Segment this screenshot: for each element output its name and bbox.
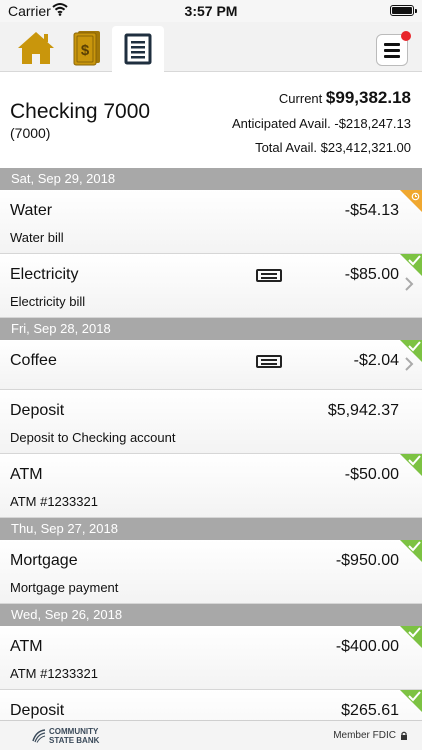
pending-status-icon	[400, 190, 422, 212]
cleared-status-icon	[400, 340, 422, 362]
transaction-list[interactable]: Sat, Sep 29, 2018 Water Water bill -$54.…	[0, 168, 422, 750]
transaction-title: Deposit	[10, 402, 65, 419]
anticipated-balance-value: -$218,247.13	[334, 116, 411, 131]
ledger-icon	[124, 33, 152, 65]
bank-name-line2: STATE BANK	[49, 736, 100, 745]
transaction-title: Deposit	[10, 702, 65, 719]
top-nav: $	[0, 22, 422, 72]
home-icon	[18, 32, 54, 64]
date-header: Wed, Sep 26, 2018	[0, 604, 422, 626]
transaction-row[interactable]: Coffee -$2.04	[0, 340, 422, 390]
total-balance-value: $23,412,321.00	[320, 140, 411, 155]
cleared-status-icon	[400, 626, 422, 648]
transaction-amount: -$50.00	[344, 466, 399, 483]
svg-text:$: $	[81, 42, 90, 59]
transaction-title: Electricity	[10, 266, 79, 283]
memo-icon	[256, 269, 282, 282]
transaction-description: ATM #1233321	[10, 666, 98, 681]
transaction-amount: -$400.00	[335, 638, 399, 655]
menu-icon	[376, 31, 411, 66]
cleared-status-icon	[400, 454, 422, 476]
date-header: Thu, Sep 27, 2018	[0, 518, 422, 540]
transaction-description: ATM #1233321	[10, 494, 98, 509]
transaction-row[interactable]: Water Water bill -$54.13	[0, 190, 422, 254]
transaction-title: Coffee	[10, 352, 57, 369]
account-summary: Checking 7000 (7000) Current $99,382.18 …	[0, 72, 422, 168]
transaction-amount: -$950.00	[335, 552, 399, 569]
transaction-title: ATM	[10, 466, 43, 483]
transaction-row[interactable]: Mortgage Mortgage payment -$950.00	[0, 540, 422, 604]
transaction-row[interactable]: Deposit Deposit to Checking account $5,9…	[0, 390, 422, 454]
transaction-description: Deposit to Checking account	[10, 430, 176, 445]
current-balance-label: Current	[278, 91, 323, 106]
total-balance: Total Avail. $23,412,321.00	[255, 140, 411, 155]
accounts-button[interactable]: $	[63, 26, 111, 70]
transaction-title: ATM	[10, 638, 43, 655]
current-balance-value: $99,382.18	[325, 88, 411, 107]
home-button[interactable]	[12, 26, 60, 70]
current-balance: Current $99,382.18	[279, 88, 411, 108]
status-bar: Carrier 3:57 PM	[0, 0, 422, 22]
account-name: Checking 7000	[10, 100, 151, 123]
anticipated-balance-label: Anticipated Avail.	[231, 116, 331, 131]
transaction-amount: $265.61	[341, 702, 399, 719]
transaction-row[interactable]: ATM ATM #1233321 -$50.00	[0, 454, 422, 518]
transaction-description: Mortgage payment	[10, 580, 119, 595]
transaction-amount: -$54.13	[344, 202, 399, 219]
anticipated-balance: Anticipated Avail. -$218,247.13	[232, 116, 411, 131]
battery-icon	[390, 5, 417, 16]
transaction-amount: $5,942.37	[327, 402, 399, 419]
transaction-title: Water	[10, 202, 53, 219]
fdic-notice: Member FDIC	[333, 730, 408, 741]
transaction-description: Electricity bill	[10, 294, 86, 309]
transaction-title: Mortgage	[10, 552, 78, 569]
account-number: (7000)	[10, 125, 51, 141]
transaction-row[interactable]: Electricity Electricity bill -$85.00	[0, 254, 422, 318]
fdic-label: Member FDIC	[333, 730, 396, 741]
transactions-tab[interactable]	[112, 26, 164, 72]
money-icon: $	[73, 31, 100, 66]
bank-logo: COMMUNITY STATE BANK	[32, 727, 99, 745]
notification-dot	[401, 31, 411, 41]
cleared-status-icon	[400, 540, 422, 562]
total-balance-label: Total Avail.	[255, 140, 317, 155]
memo-icon	[256, 355, 282, 368]
chevron-right-icon	[405, 277, 414, 291]
transaction-amount: -$85.00	[344, 266, 399, 283]
clock: 3:57 PM	[184, 3, 238, 19]
cleared-status-icon	[400, 690, 422, 712]
menu-button[interactable]	[372, 30, 412, 70]
lock-icon	[401, 731, 407, 740]
bank-name-line1: COMMUNITY	[49, 727, 99, 736]
date-header: Sat, Sep 29, 2018	[0, 168, 422, 190]
transaction-amount: -$2.04	[353, 352, 399, 369]
transaction-description: Water bill	[10, 230, 64, 245]
footer: COMMUNITY STATE BANK Member FDIC	[0, 720, 422, 750]
bank-swoosh-icon	[32, 729, 46, 743]
cleared-status-icon	[400, 254, 422, 276]
transaction-row[interactable]: ATM ATM #1233321 -$400.00	[0, 626, 422, 690]
date-header: Fri, Sep 28, 2018	[0, 318, 422, 340]
